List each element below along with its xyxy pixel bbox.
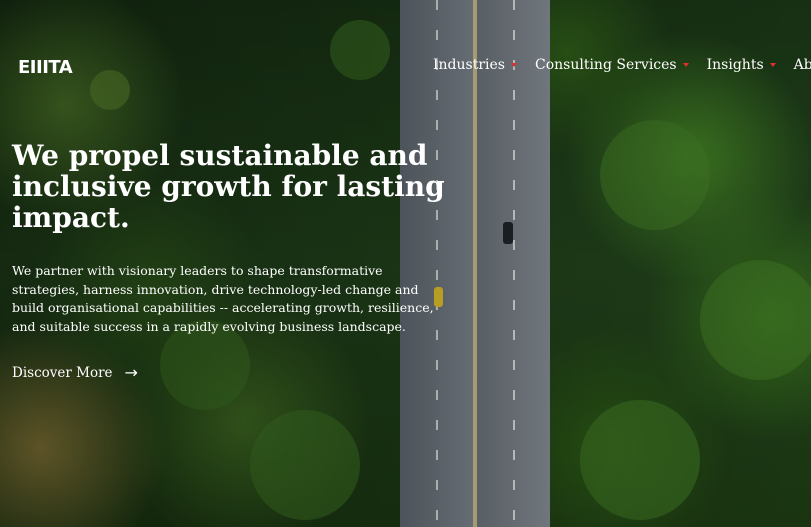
- chevron-down-icon: [769, 63, 776, 67]
- main-nav: Industries Consulting Services Insights …: [433, 57, 811, 73]
- nav-item-label: Abou: [793, 57, 811, 73]
- nav-item-insights[interactable]: Insights: [707, 57, 776, 73]
- chevron-down-icon: [510, 63, 517, 67]
- discover-more-label: Discover More: [12, 364, 113, 381]
- nav-item-consulting-services[interactable]: Consulting Services: [535, 57, 689, 73]
- nav-item-label: Industries: [433, 57, 505, 73]
- nav-item-label: Consulting Services: [534, 57, 677, 73]
- brand-logo[interactable]: EIIITA: [18, 57, 73, 78]
- hero-description: We partner with visionary leaders to sha…: [12, 263, 434, 334]
- hero-headline: We propel sustainable and inclusive grow…: [12, 139, 445, 234]
- discover-more-link[interactable]: Discover More →: [12, 363, 138, 382]
- chevron-down-icon: [682, 63, 689, 67]
- nav-item-label: Insights: [706, 57, 764, 73]
- arrow-right-icon: →: [124, 363, 138, 382]
- nav-item-about[interactable]: Abou: [794, 57, 811, 73]
- nav-item-industries[interactable]: Industries: [433, 57, 517, 73]
